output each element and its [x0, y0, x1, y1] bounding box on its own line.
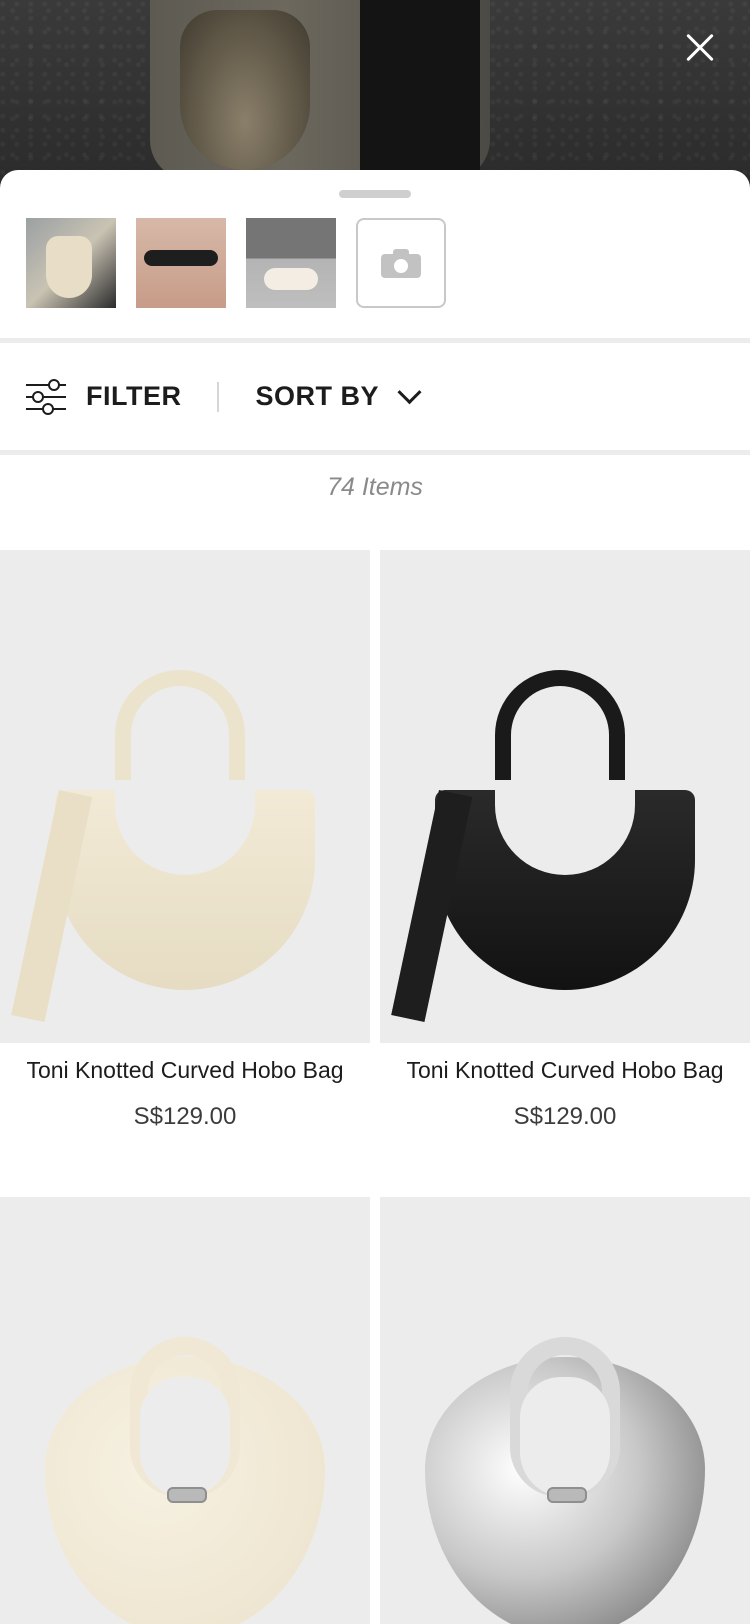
product-image[interactable]: [380, 550, 750, 1043]
hobo-bag-black: [391, 670, 695, 1023]
filter-sort-toolbar: FILTER SORT BY: [0, 343, 750, 450]
moon-bag-cream: [45, 1337, 325, 1624]
product-card[interactable]: [380, 1197, 750, 1624]
product-price: S$129.00: [133, 1103, 237, 1130]
add-photo-button[interactable]: [356, 218, 446, 308]
thumbnail-handbag[interactable]: [26, 218, 116, 308]
item-count: 74 Items: [327, 473, 423, 501]
search-image-thumbnails: [26, 218, 446, 308]
product-info: Toni Knotted Curved Hobo Bag S$129.00: [380, 1043, 750, 1197]
moon-bag-silver: [425, 1337, 705, 1624]
product-image[interactable]: [0, 1197, 370, 1624]
product-card[interactable]: [0, 1197, 370, 1624]
sort-by-label: SORT BY: [255, 381, 379, 411]
product-info: Toni Knotted Curved Hobo Bag S$129.00: [0, 1043, 370, 1197]
thumbnail-sunglasses[interactable]: [136, 218, 226, 308]
close-icon[interactable]: [678, 26, 722, 70]
sheet-grabber[interactable]: [339, 190, 411, 198]
product-grid: Toni Knotted Curved Hobo Bag S$129.00 To…: [0, 550, 750, 1624]
filter-button[interactable]: FILTER: [26, 378, 182, 415]
camera-icon: [381, 248, 421, 278]
thumbnail-handbag-shape: [46, 236, 92, 298]
product-card[interactable]: Toni Knotted Curved Hobo Bag S$129.00: [0, 550, 370, 1197]
thumbnail-sandals-overlay: [246, 218, 336, 308]
product-price: S$129.00: [513, 1103, 617, 1130]
item-count-row: 74 Items: [0, 455, 750, 520]
sort-by-button[interactable]: SORT BY: [255, 380, 422, 412]
thumbnail-sunglasses-shape: [144, 250, 218, 266]
chevron-down-icon: [397, 380, 422, 405]
thumbnail-sandals[interactable]: [246, 218, 336, 308]
results-sheet: FILTER SORT BY 74 Items Toni Knotted Cur…: [0, 170, 750, 1624]
product-card[interactable]: Toni Knotted Curved Hobo Bag S$129.00: [380, 550, 750, 1197]
product-image[interactable]: [0, 550, 370, 1043]
photo-bag: [180, 10, 310, 170]
product-name[interactable]: Toni Knotted Curved Hobo Bag: [0, 1055, 370, 1085]
sliders-icon: [26, 378, 66, 415]
product-image[interactable]: [380, 1197, 750, 1624]
product-name[interactable]: Toni Knotted Curved Hobo Bag: [380, 1055, 750, 1085]
filter-label: FILTER: [86, 381, 182, 411]
hobo-bag-cream: [11, 670, 315, 1023]
toolbar-separator: [217, 381, 220, 412]
